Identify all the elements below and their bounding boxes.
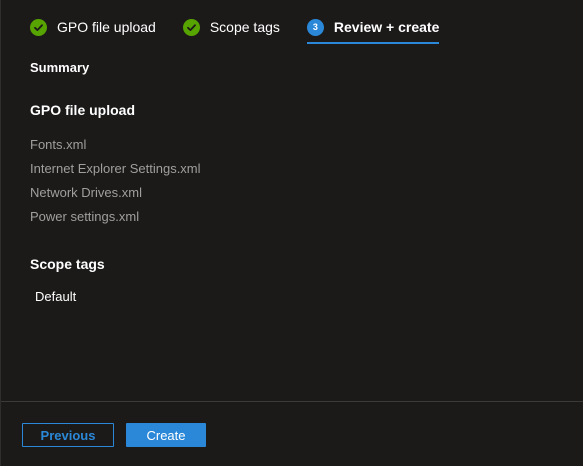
list-item: Power settings.xml xyxy=(30,209,140,224)
step-number-badge: 3 xyxy=(306,18,324,36)
list-item: Network Drives.xml xyxy=(30,185,142,200)
wizard-footer: Previous Create xyxy=(1,401,583,466)
gpo-file-list: Fonts.xml Internet Explorer Settings.xml… xyxy=(30,137,201,233)
step-label: GPO file upload xyxy=(57,19,156,35)
list-item: Internet Explorer Settings.xml xyxy=(30,161,201,176)
list-item: Fonts.xml xyxy=(30,137,87,152)
scope-tag-value: Default xyxy=(35,289,77,304)
step-gpo-file-upload[interactable]: GPO file upload xyxy=(30,17,156,37)
summary-heading: Summary xyxy=(30,60,90,75)
scope-tags-heading: Scope tags xyxy=(30,256,105,272)
wizard-steps: GPO file upload Scope tags 3 Review + cr… xyxy=(30,17,440,45)
review-create-panel: GPO file upload Scope tags 3 Review + cr… xyxy=(0,0,583,466)
step-label: Scope tags xyxy=(209,19,280,35)
checkmark-icon xyxy=(30,18,47,36)
step-review-create[interactable]: 3 Review + create xyxy=(306,17,440,44)
create-button[interactable]: Create xyxy=(126,423,206,447)
gpo-file-upload-heading: GPO file upload xyxy=(30,102,136,118)
previous-button[interactable]: Previous xyxy=(22,423,114,447)
step-scope-tags[interactable]: Scope tags xyxy=(182,17,280,37)
step-label: Review + create xyxy=(333,19,440,35)
checkmark-icon xyxy=(182,18,200,36)
